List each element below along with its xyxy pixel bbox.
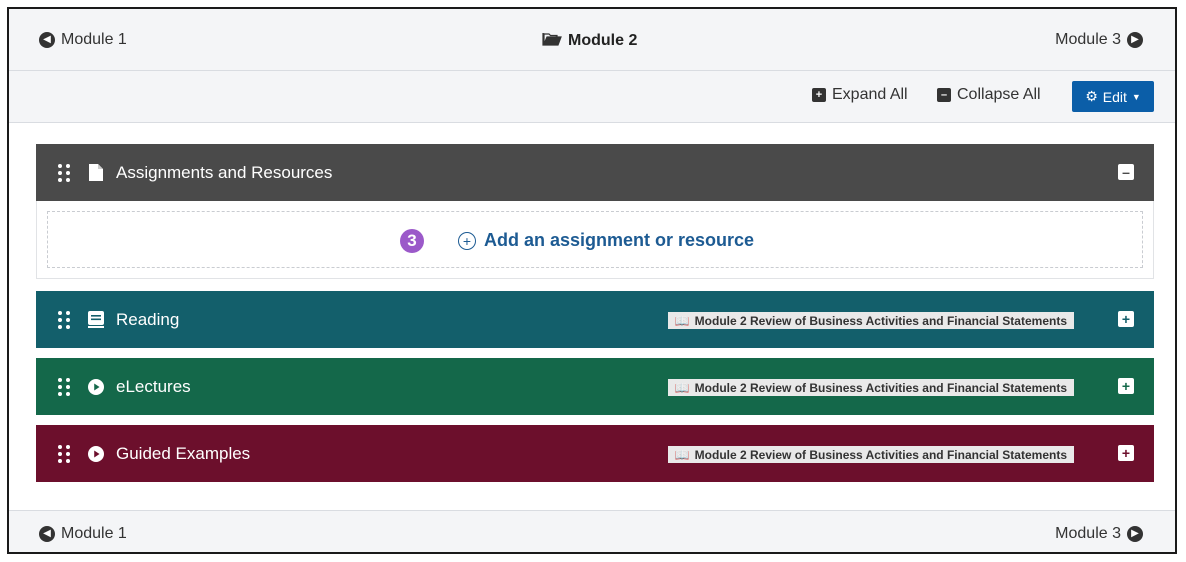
- plus-square-icon: +: [812, 88, 826, 102]
- play-circle-icon: [88, 445, 104, 463]
- panel-title: Assignments and Resources: [116, 162, 333, 182]
- edit-label: Edit: [1102, 88, 1127, 105]
- collapse-all-button[interactable]: – Collapse All: [937, 86, 1041, 104]
- panel-header[interactable]: Guided Examples 📖 Module 2 Review of Bus…: [36, 425, 1154, 482]
- book-icon: [88, 311, 104, 329]
- chevron-right-circle-icon: ▶: [1127, 526, 1143, 542]
- chevron-left-circle-icon: ◀: [39, 32, 55, 48]
- add-assignment-label: Add an assignment or resource: [484, 230, 755, 250]
- panel-reading: Reading 📖 Module 2 Review of Business Ac…: [36, 291, 1154, 348]
- add-assignment-link[interactable]: + Add an assignment or resource: [458, 230, 754, 251]
- module-content: Assignments and Resources – 3 + Add an a…: [9, 123, 1175, 510]
- module-tag-label: Module 2 Review of Business Activities a…: [694, 447, 1067, 462]
- panel-header[interactable]: eLectures 📖 Module 2 Review of Business …: [36, 358, 1154, 415]
- collapse-all-label: Collapse All: [957, 86, 1041, 103]
- expand-panel-icon[interactable]: +: [1118, 311, 1134, 327]
- module-tag-badge: 📖 Module 2 Review of Business Activities…: [667, 379, 1074, 396]
- drag-handle-icon[interactable]: [58, 444, 70, 463]
- module-page: ◀ Module 1 Module 2 Module 3 ▶ + Expand …: [7, 7, 1177, 554]
- edit-dropdown-button[interactable]: ⚙ Edit ▼: [1072, 81, 1154, 112]
- module-tag-label: Module 2 Review of Business Activities a…: [694, 313, 1067, 328]
- module-tag-badge: 📖 Module 2 Review of Business Activities…: [667, 312, 1074, 329]
- panel-header[interactable]: Reading 📖 Module 2 Review of Business Ac…: [36, 291, 1154, 348]
- panel-title: eLectures: [116, 376, 191, 396]
- file-icon: [88, 164, 104, 182]
- next-module-link[interactable]: Module 3 ▶: [1055, 525, 1143, 543]
- module-toolbar: + Expand All – Collapse All ⚙ Edit ▼: [9, 71, 1175, 123]
- next-module-link[interactable]: Module 3 ▶: [1055, 31, 1143, 49]
- chevron-right-circle-icon: ▶: [1127, 32, 1143, 48]
- open-book-icon: 📖: [674, 447, 690, 462]
- prev-module-link[interactable]: ◀ Module 1: [39, 31, 127, 49]
- module-navigation-top: ◀ Module 1 Module 2 Module 3 ▶: [9, 9, 1175, 71]
- play-circle-icon: [88, 378, 104, 396]
- prev-module-label: Module 1: [61, 31, 127, 48]
- module-navigation-bottom: ◀ Module 1 Module 3 ▶: [9, 510, 1175, 552]
- chevron-left-circle-icon: ◀: [39, 526, 55, 542]
- folder-open-icon: [542, 31, 562, 50]
- add-resource-area: 3 + Add an assignment or resource: [36, 201, 1154, 279]
- expand-all-button[interactable]: + Expand All: [812, 86, 908, 104]
- panel-title: Reading: [116, 309, 180, 329]
- expand-all-label: Expand All: [832, 86, 908, 103]
- step-number-badge: 3: [400, 229, 424, 253]
- module-tag-label: Module 2 Review of Business Activities a…: [694, 380, 1067, 395]
- prev-module-link[interactable]: ◀ Module 1: [39, 525, 127, 543]
- expand-panel-icon[interactable]: +: [1118, 445, 1134, 461]
- panel-title: Guided Examples: [116, 443, 251, 463]
- panel-electures: eLectures 📖 Module 2 Review of Business …: [36, 358, 1154, 415]
- caret-down-icon: ▼: [1131, 91, 1141, 102]
- next-module-label: Module 3: [1055, 525, 1121, 542]
- prev-module-label: Module 1: [61, 525, 127, 542]
- drag-handle-icon[interactable]: [58, 163, 70, 182]
- current-module-title: Module 2: [542, 31, 637, 50]
- gear-icon: ⚙: [1085, 88, 1098, 104]
- collapse-panel-icon[interactable]: –: [1118, 164, 1134, 180]
- current-module-label: Module 2: [568, 31, 638, 49]
- panel-assignments-resources: Assignments and Resources – 3 + Add an a…: [36, 144, 1154, 279]
- module-tag-badge: 📖 Module 2 Review of Business Activities…: [667, 446, 1074, 463]
- plus-circle-icon: +: [458, 231, 476, 250]
- next-module-label: Module 3: [1055, 31, 1121, 48]
- drag-handle-icon[interactable]: [58, 310, 70, 329]
- add-resource-dropzone: 3 + Add an assignment or resource: [47, 211, 1143, 268]
- expand-panel-icon[interactable]: +: [1118, 378, 1134, 394]
- minus-square-icon: –: [937, 88, 951, 102]
- drag-handle-icon[interactable]: [58, 377, 70, 396]
- open-book-icon: 📖: [674, 313, 690, 328]
- panel-header[interactable]: Assignments and Resources –: [36, 144, 1154, 201]
- open-book-icon: 📖: [674, 380, 690, 395]
- panel-guided-examples: Guided Examples 📖 Module 2 Review of Bus…: [36, 425, 1154, 482]
